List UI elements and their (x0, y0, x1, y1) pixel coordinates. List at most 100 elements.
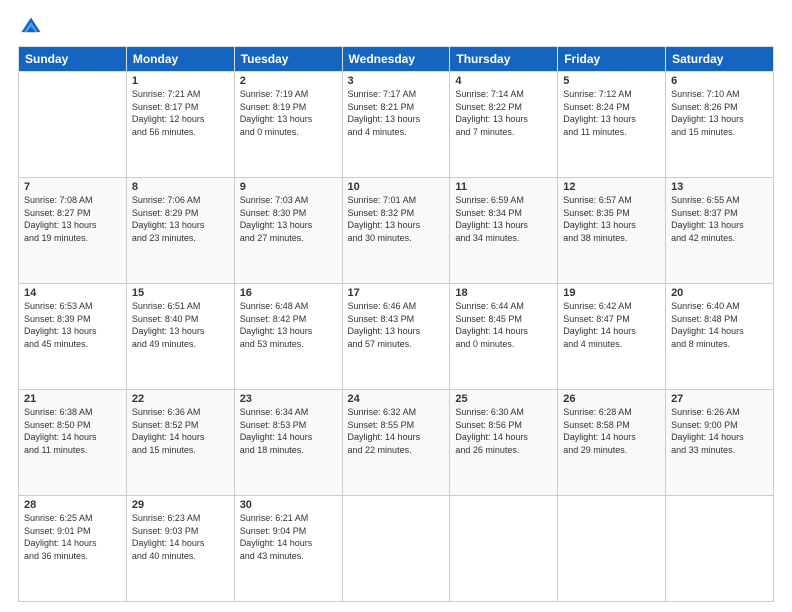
weekday-header: Monday (126, 47, 234, 72)
day-number: 24 (348, 393, 445, 405)
day-info: Sunrise: 6:48 AMSunset: 8:42 PMDaylight:… (240, 300, 337, 350)
calendar-table: SundayMondayTuesdayWednesdayThursdayFrid… (18, 46, 774, 602)
day-info: Sunrise: 7:19 AMSunset: 8:19 PMDaylight:… (240, 88, 337, 138)
calendar-cell: 25Sunrise: 6:30 AMSunset: 8:56 PMDayligh… (450, 390, 558, 496)
calendar-cell: 28Sunrise: 6:25 AMSunset: 9:01 PMDayligh… (19, 496, 127, 602)
calendar-cell: 22Sunrise: 6:36 AMSunset: 8:52 PMDayligh… (126, 390, 234, 496)
day-number: 14 (24, 287, 121, 299)
day-info: Sunrise: 7:14 AMSunset: 8:22 PMDaylight:… (455, 88, 552, 138)
weekday-header: Tuesday (234, 47, 342, 72)
calendar-cell: 1Sunrise: 7:21 AMSunset: 8:17 PMDaylight… (126, 72, 234, 178)
weekday-header: Saturday (666, 47, 774, 72)
day-info: Sunrise: 6:36 AMSunset: 8:52 PMDaylight:… (132, 406, 229, 456)
day-number: 5 (563, 75, 660, 87)
day-number: 20 (671, 287, 768, 299)
calendar-cell (19, 72, 127, 178)
day-number: 3 (348, 75, 445, 87)
day-info: Sunrise: 6:53 AMSunset: 8:39 PMDaylight:… (24, 300, 121, 350)
calendar-header-row: SundayMondayTuesdayWednesdayThursdayFrid… (19, 47, 774, 72)
calendar-week-row: 28Sunrise: 6:25 AMSunset: 9:01 PMDayligh… (19, 496, 774, 602)
day-number: 30 (240, 499, 337, 511)
day-info: Sunrise: 6:30 AMSunset: 8:56 PMDaylight:… (455, 406, 552, 456)
day-info: Sunrise: 6:51 AMSunset: 8:40 PMDaylight:… (132, 300, 229, 350)
calendar-cell: 12Sunrise: 6:57 AMSunset: 8:35 PMDayligh… (558, 178, 666, 284)
calendar-cell: 5Sunrise: 7:12 AMSunset: 8:24 PMDaylight… (558, 72, 666, 178)
day-number: 17 (348, 287, 445, 299)
calendar-week-row: 21Sunrise: 6:38 AMSunset: 8:50 PMDayligh… (19, 390, 774, 496)
day-number: 11 (455, 181, 552, 193)
day-number: 27 (671, 393, 768, 405)
day-info: Sunrise: 6:46 AMSunset: 8:43 PMDaylight:… (348, 300, 445, 350)
day-info: Sunrise: 6:57 AMSunset: 8:35 PMDaylight:… (563, 194, 660, 244)
day-number: 21 (24, 393, 121, 405)
weekday-header: Wednesday (342, 47, 450, 72)
calendar-cell: 2Sunrise: 7:19 AMSunset: 8:19 PMDaylight… (234, 72, 342, 178)
calendar-cell: 9Sunrise: 7:03 AMSunset: 8:30 PMDaylight… (234, 178, 342, 284)
calendar-cell: 3Sunrise: 7:17 AMSunset: 8:21 PMDaylight… (342, 72, 450, 178)
day-number: 12 (563, 181, 660, 193)
day-info: Sunrise: 6:38 AMSunset: 8:50 PMDaylight:… (24, 406, 121, 456)
day-info: Sunrise: 6:21 AMSunset: 9:04 PMDaylight:… (240, 512, 337, 562)
day-number: 16 (240, 287, 337, 299)
header (18, 16, 774, 38)
day-info: Sunrise: 6:44 AMSunset: 8:45 PMDaylight:… (455, 300, 552, 350)
day-number: 9 (240, 181, 337, 193)
day-info: Sunrise: 6:25 AMSunset: 9:01 PMDaylight:… (24, 512, 121, 562)
calendar-week-row: 1Sunrise: 7:21 AMSunset: 8:17 PMDaylight… (19, 72, 774, 178)
day-info: Sunrise: 7:06 AMSunset: 8:29 PMDaylight:… (132, 194, 229, 244)
day-number: 23 (240, 393, 337, 405)
day-number: 7 (24, 181, 121, 193)
calendar-cell (450, 496, 558, 602)
day-number: 13 (671, 181, 768, 193)
day-info: Sunrise: 6:59 AMSunset: 8:34 PMDaylight:… (455, 194, 552, 244)
day-info: Sunrise: 6:32 AMSunset: 8:55 PMDaylight:… (348, 406, 445, 456)
logo (18, 16, 46, 38)
calendar-week-row: 7Sunrise: 7:08 AMSunset: 8:27 PMDaylight… (19, 178, 774, 284)
calendar-cell: 7Sunrise: 7:08 AMSunset: 8:27 PMDaylight… (19, 178, 127, 284)
calendar-cell: 24Sunrise: 6:32 AMSunset: 8:55 PMDayligh… (342, 390, 450, 496)
day-info: Sunrise: 7:17 AMSunset: 8:21 PMDaylight:… (348, 88, 445, 138)
day-number: 4 (455, 75, 552, 87)
day-info: Sunrise: 6:34 AMSunset: 8:53 PMDaylight:… (240, 406, 337, 456)
weekday-header: Thursday (450, 47, 558, 72)
calendar-cell: 17Sunrise: 6:46 AMSunset: 8:43 PMDayligh… (342, 284, 450, 390)
day-info: Sunrise: 6:28 AMSunset: 8:58 PMDaylight:… (563, 406, 660, 456)
logo-icon (20, 16, 42, 38)
calendar-cell: 15Sunrise: 6:51 AMSunset: 8:40 PMDayligh… (126, 284, 234, 390)
calendar-cell: 23Sunrise: 6:34 AMSunset: 8:53 PMDayligh… (234, 390, 342, 496)
day-number: 10 (348, 181, 445, 193)
calendar-cell: 26Sunrise: 6:28 AMSunset: 8:58 PMDayligh… (558, 390, 666, 496)
calendar-week-row: 14Sunrise: 6:53 AMSunset: 8:39 PMDayligh… (19, 284, 774, 390)
day-number: 15 (132, 287, 229, 299)
calendar-cell: 6Sunrise: 7:10 AMSunset: 8:26 PMDaylight… (666, 72, 774, 178)
page: SundayMondayTuesdayWednesdayThursdayFrid… (0, 0, 792, 612)
day-info: Sunrise: 6:23 AMSunset: 9:03 PMDaylight:… (132, 512, 229, 562)
day-info: Sunrise: 7:12 AMSunset: 8:24 PMDaylight:… (563, 88, 660, 138)
day-info: Sunrise: 6:40 AMSunset: 8:48 PMDaylight:… (671, 300, 768, 350)
calendar-cell: 19Sunrise: 6:42 AMSunset: 8:47 PMDayligh… (558, 284, 666, 390)
day-number: 18 (455, 287, 552, 299)
day-info: Sunrise: 6:26 AMSunset: 9:00 PMDaylight:… (671, 406, 768, 456)
day-info: Sunrise: 6:55 AMSunset: 8:37 PMDaylight:… (671, 194, 768, 244)
day-number: 8 (132, 181, 229, 193)
day-info: Sunrise: 7:10 AMSunset: 8:26 PMDaylight:… (671, 88, 768, 138)
calendar-cell: 27Sunrise: 6:26 AMSunset: 9:00 PMDayligh… (666, 390, 774, 496)
day-info: Sunrise: 7:01 AMSunset: 8:32 PMDaylight:… (348, 194, 445, 244)
day-number: 1 (132, 75, 229, 87)
weekday-header: Friday (558, 47, 666, 72)
day-number: 6 (671, 75, 768, 87)
weekday-header: Sunday (19, 47, 127, 72)
calendar-cell (558, 496, 666, 602)
calendar-cell: 20Sunrise: 6:40 AMSunset: 8:48 PMDayligh… (666, 284, 774, 390)
calendar-cell: 8Sunrise: 7:06 AMSunset: 8:29 PMDaylight… (126, 178, 234, 284)
day-number: 28 (24, 499, 121, 511)
day-info: Sunrise: 7:21 AMSunset: 8:17 PMDaylight:… (132, 88, 229, 138)
calendar-cell: 21Sunrise: 6:38 AMSunset: 8:50 PMDayligh… (19, 390, 127, 496)
day-info: Sunrise: 7:08 AMSunset: 8:27 PMDaylight:… (24, 194, 121, 244)
calendar-cell (342, 496, 450, 602)
calendar-cell: 29Sunrise: 6:23 AMSunset: 9:03 PMDayligh… (126, 496, 234, 602)
day-info: Sunrise: 7:03 AMSunset: 8:30 PMDaylight:… (240, 194, 337, 244)
calendar-cell: 14Sunrise: 6:53 AMSunset: 8:39 PMDayligh… (19, 284, 127, 390)
day-number: 25 (455, 393, 552, 405)
day-number: 29 (132, 499, 229, 511)
